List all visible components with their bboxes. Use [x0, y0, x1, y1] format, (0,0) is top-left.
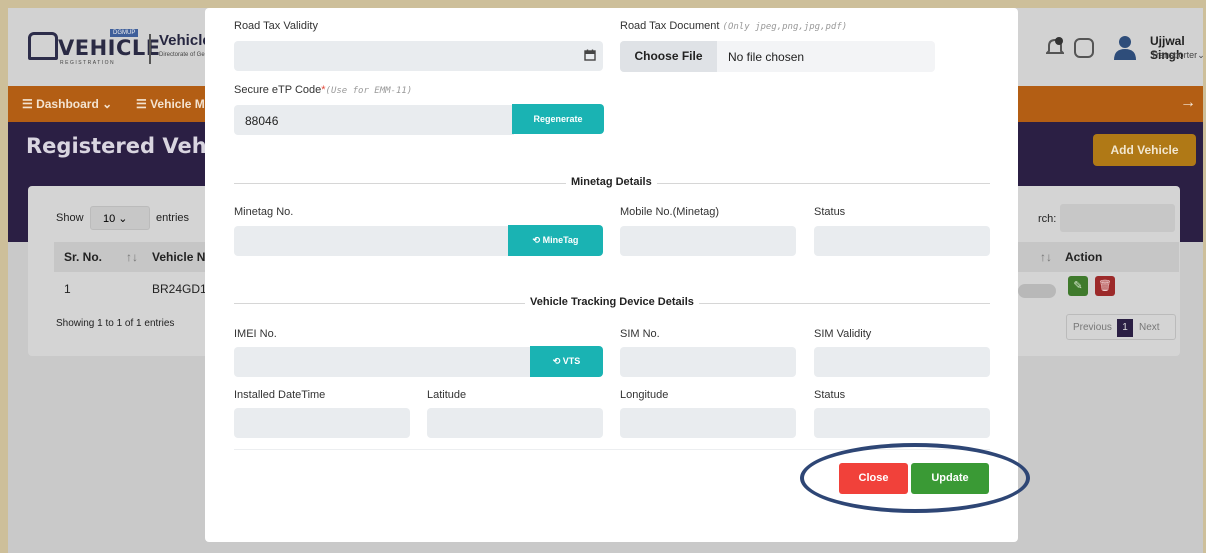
col-sr-no[interactable]: Sr. No. — [64, 250, 102, 264]
latitude-label: Latitude — [427, 389, 467, 401]
minetag-button-label: MineTag — [542, 235, 579, 245]
road-tax-document-label: Road Tax Document (Only jpeg,png,jpg,pdf… — [620, 20, 847, 32]
entries-select[interactable]: 10 ⌄ — [90, 206, 150, 230]
vts-section-title: Vehicle Tracking Device Details — [525, 296, 699, 308]
mobile-no-label: Mobile No.(Minetag) — [620, 206, 720, 218]
show-label: Show — [56, 212, 84, 224]
nav-vehicle[interactable]: ☰ Vehicle M — [136, 97, 205, 111]
calendar-icon[interactable] — [584, 49, 596, 61]
vts-status-input[interactable] — [814, 408, 990, 438]
header-divider — [149, 34, 151, 64]
vts-button-label: VTS — [562, 356, 581, 366]
minetag-no-input[interactable] — [234, 226, 510, 256]
sim-no-label: SIM No. — [620, 328, 660, 340]
status-toggle[interactable] — [1018, 284, 1056, 298]
secure-etp-hint: (Use for EMM-11) — [325, 86, 413, 96]
header-subtitle: Directorate of Ge — [159, 52, 205, 58]
col-action: Action — [1065, 250, 1103, 264]
logo-tagline: REGISTRATION — [60, 60, 116, 66]
vts-status-label: Status — [814, 389, 846, 401]
sim-no-input[interactable] — [620, 347, 796, 377]
installed-datetime-input[interactable] — [234, 408, 410, 438]
secure-etp-label-text: Secure eTP Code — [234, 84, 322, 96]
pagination: Previous 1 Next — [1066, 314, 1176, 340]
road-tax-document-hint: (Only jpeg,png,jpg,pdf) — [722, 22, 848, 32]
minetag-no-label: Minetag No. — [234, 206, 294, 218]
vts-button[interactable]: ⟲ VTS — [530, 346, 603, 377]
minetag-button[interactable]: ⟲ MineTag — [508, 225, 603, 256]
installed-datetime-label: Installed DateTime — [234, 389, 326, 401]
user-role[interactable]: Transporter⌄ — [1151, 50, 1203, 61]
imei-label: IMEI No. — [234, 328, 277, 340]
secure-etp-input[interactable]: 88046 — [234, 105, 514, 135]
arrow-right-icon[interactable]: → — [1180, 94, 1196, 112]
sim-validity-label: SIM Validity — [814, 328, 872, 340]
road-tax-validity-input[interactable] — [234, 41, 603, 71]
truck-icon — [28, 32, 58, 60]
fullscreen-icon[interactable] — [1074, 38, 1094, 58]
longitude-input[interactable] — [620, 408, 796, 438]
edit-icon[interactable]: ✎ — [1068, 276, 1088, 296]
cell-sr-no: 1 — [64, 282, 71, 296]
secure-etp-label: Secure eTP Code*(Use for EMM-11) — [234, 84, 412, 96]
search-input[interactable] — [1060, 204, 1175, 232]
add-vehicle-button[interactable]: Add Vehicle — [1093, 134, 1196, 166]
latitude-input[interactable] — [427, 408, 603, 438]
col-vehicle-no[interactable]: Vehicle No — [152, 250, 213, 264]
road-tax-document-file-input[interactable]: Choose File No file chosen — [620, 41, 935, 72]
minetag-status-label: Status — [814, 206, 846, 218]
cell-vehicle-no: BR24GD1 — [152, 282, 207, 296]
highlight-ellipse — [800, 443, 1030, 513]
search-label: rch: — [1038, 213, 1057, 225]
imei-input[interactable] — [234, 347, 532, 377]
entries-select-value: 10 — [103, 213, 116, 225]
sort-icon[interactable]: ↑↓ — [1040, 250, 1052, 264]
user-role-text: Transporter — [1151, 50, 1198, 60]
showing-text: Showing 1 to 1 of 1 entries — [56, 318, 175, 329]
longitude-label: Longitude — [620, 389, 669, 401]
minetag-status-input[interactable] — [814, 226, 990, 256]
pager-page-1[interactable]: 1 — [1117, 319, 1133, 337]
file-status: No file chosen — [728, 50, 805, 64]
delete-icon[interactable]: 🗑 — [1095, 276, 1115, 296]
pager-previous[interactable]: Previous — [1073, 322, 1112, 333]
road-tax-validity-label: Road Tax Validity — [234, 20, 318, 32]
road-tax-document-label-text: Road Tax Document — [620, 20, 720, 32]
mobile-no-input[interactable] — [620, 226, 796, 256]
choose-file-button[interactable]: Choose File — [620, 41, 717, 72]
regenerate-button[interactable]: Regenerate — [512, 104, 604, 134]
avatar[interactable] — [1114, 34, 1136, 60]
sim-validity-input[interactable] — [814, 347, 990, 377]
logo-word: VEHICLE — [58, 36, 161, 60]
bell-icon[interactable] — [1046, 36, 1064, 58]
sort-icon[interactable]: ↑↓ — [126, 250, 138, 264]
nav-vehicle-label: Vehicle M — [150, 97, 205, 111]
nav-dashboard[interactable]: ☰ Dashboard ⌄ — [22, 97, 112, 111]
entries-label: entries — [156, 212, 190, 224]
app-logo: DGMUP VEHICLE REGISTRATION — [28, 26, 160, 70]
nav-dashboard-label: Dashboard — [36, 97, 99, 111]
minetag-section-title: Minetag Details — [566, 176, 657, 188]
pager-next[interactable]: Next — [1139, 322, 1160, 333]
